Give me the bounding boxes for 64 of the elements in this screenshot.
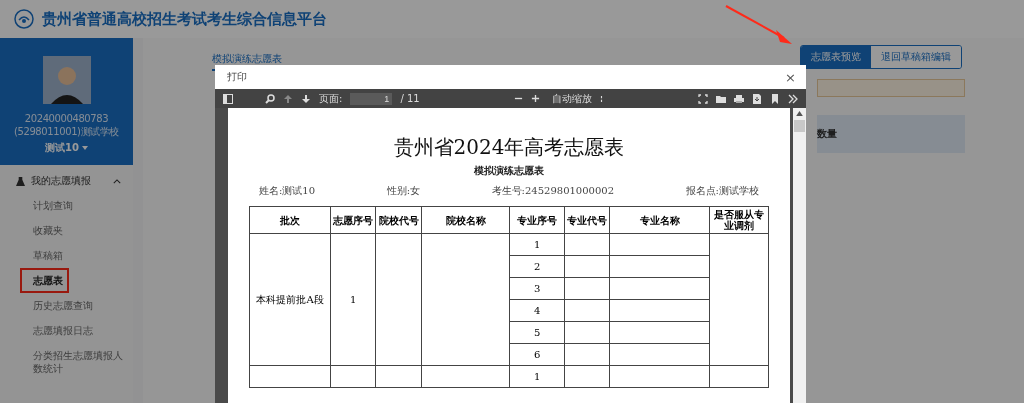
page-count: / 11: [400, 93, 420, 104]
menu-item[interactable]: 草稿箱: [0, 243, 133, 268]
more-tools-icon[interactable]: [788, 93, 798, 104]
table-cell: 6: [509, 343, 565, 366]
info-text: 报名点:测试学校: [685, 184, 759, 198]
column-header: 专业序号: [509, 206, 565, 234]
avatar-icon: [42, 56, 91, 104]
table-cell: 1: [509, 233, 565, 256]
info-text: 性别:女: [386, 184, 421, 198]
scroll-up-icon[interactable]: [796, 111, 803, 116]
menu-item[interactable]: 计划查询: [0, 193, 133, 218]
dropdown-icon: [600, 94, 604, 103]
search-icon[interactable]: [265, 93, 275, 104]
document-title: 贵州省2024年高考志愿表: [393, 134, 625, 161]
zoom-in-icon[interactable]: [531, 94, 541, 103]
sidebar-toggle-icon[interactable]: [223, 93, 233, 104]
table-cell: 3: [509, 277, 565, 300]
table-cell: 2: [509, 255, 565, 278]
card-label: 数量: [817, 127, 837, 141]
arrow-annotation: [724, 4, 794, 46]
document-subtitle: 模拟演练志愿表: [474, 164, 544, 178]
action-button[interactable]: 志愿表预览: [801, 46, 871, 68]
table-cell: 4: [509, 299, 565, 322]
zoom-select[interactable]: 自动缩放: [548, 91, 593, 106]
column-header: 专业名称: [609, 206, 710, 234]
site-title: 贵州省普通高校招生考试考生综合信息平台: [42, 9, 327, 29]
flask-icon: [16, 176, 25, 186]
dialog-title: 打印: [227, 70, 247, 84]
column-header: 志愿序号: [330, 206, 376, 234]
menu-item[interactable]: 志愿填报日志: [0, 318, 133, 343]
column-header: 院校名称: [421, 206, 510, 234]
scrollbar[interactable]: [793, 108, 806, 403]
info-text: 姓名:测试10: [259, 184, 316, 198]
menu-item[interactable]: 收藏夹: [0, 218, 133, 243]
fullscreen-icon[interactable]: [698, 93, 708, 104]
folder-icon[interactable]: [716, 93, 726, 104]
column-header: 批次: [249, 206, 331, 234]
menu-item[interactable]: 分类招生志愿填报人数统计: [0, 343, 133, 381]
menu-group[interactable]: 我的志愿填报: [0, 165, 133, 193]
candidate-number: 20240000480783: [24, 113, 109, 124]
table-cell: 5: [509, 321, 565, 344]
logo-icon: [14, 9, 34, 29]
column-header: 院校代号: [375, 206, 422, 234]
menu-group-label: 我的志愿填报: [31, 174, 92, 188]
caret-icon: [81, 146, 88, 150]
arrow-down-icon[interactable]: [301, 93, 311, 104]
page-label: 页面:: [319, 91, 343, 106]
download-icon[interactable]: [752, 93, 762, 104]
scroll-thumb[interactable]: [794, 120, 805, 132]
page-number-field[interactable]: 1: [350, 92, 393, 105]
info-text: 考生号:24529801000002: [491, 184, 615, 198]
column-header: 专业代号: [564, 206, 610, 234]
menu-item[interactable]: 志愿表: [20, 268, 69, 293]
table-cell: 1: [330, 233, 376, 366]
print-icon[interactable]: [734, 93, 744, 104]
menu-item[interactable]: 历史志愿查询: [0, 293, 133, 318]
table-cell: 本科提前批A段: [249, 233, 331, 366]
close-button[interactable]: ×: [783, 69, 798, 85]
arrow-up-icon[interactable]: [283, 93, 293, 104]
column-header: 是否服从专业调剂: [709, 206, 769, 234]
bookmark-icon[interactable]: [770, 93, 780, 104]
table-cell: 1: [509, 365, 565, 388]
school-name: (5298011001)测试学校: [14, 125, 119, 139]
user-menu[interactable]: 测试10: [45, 141, 79, 155]
